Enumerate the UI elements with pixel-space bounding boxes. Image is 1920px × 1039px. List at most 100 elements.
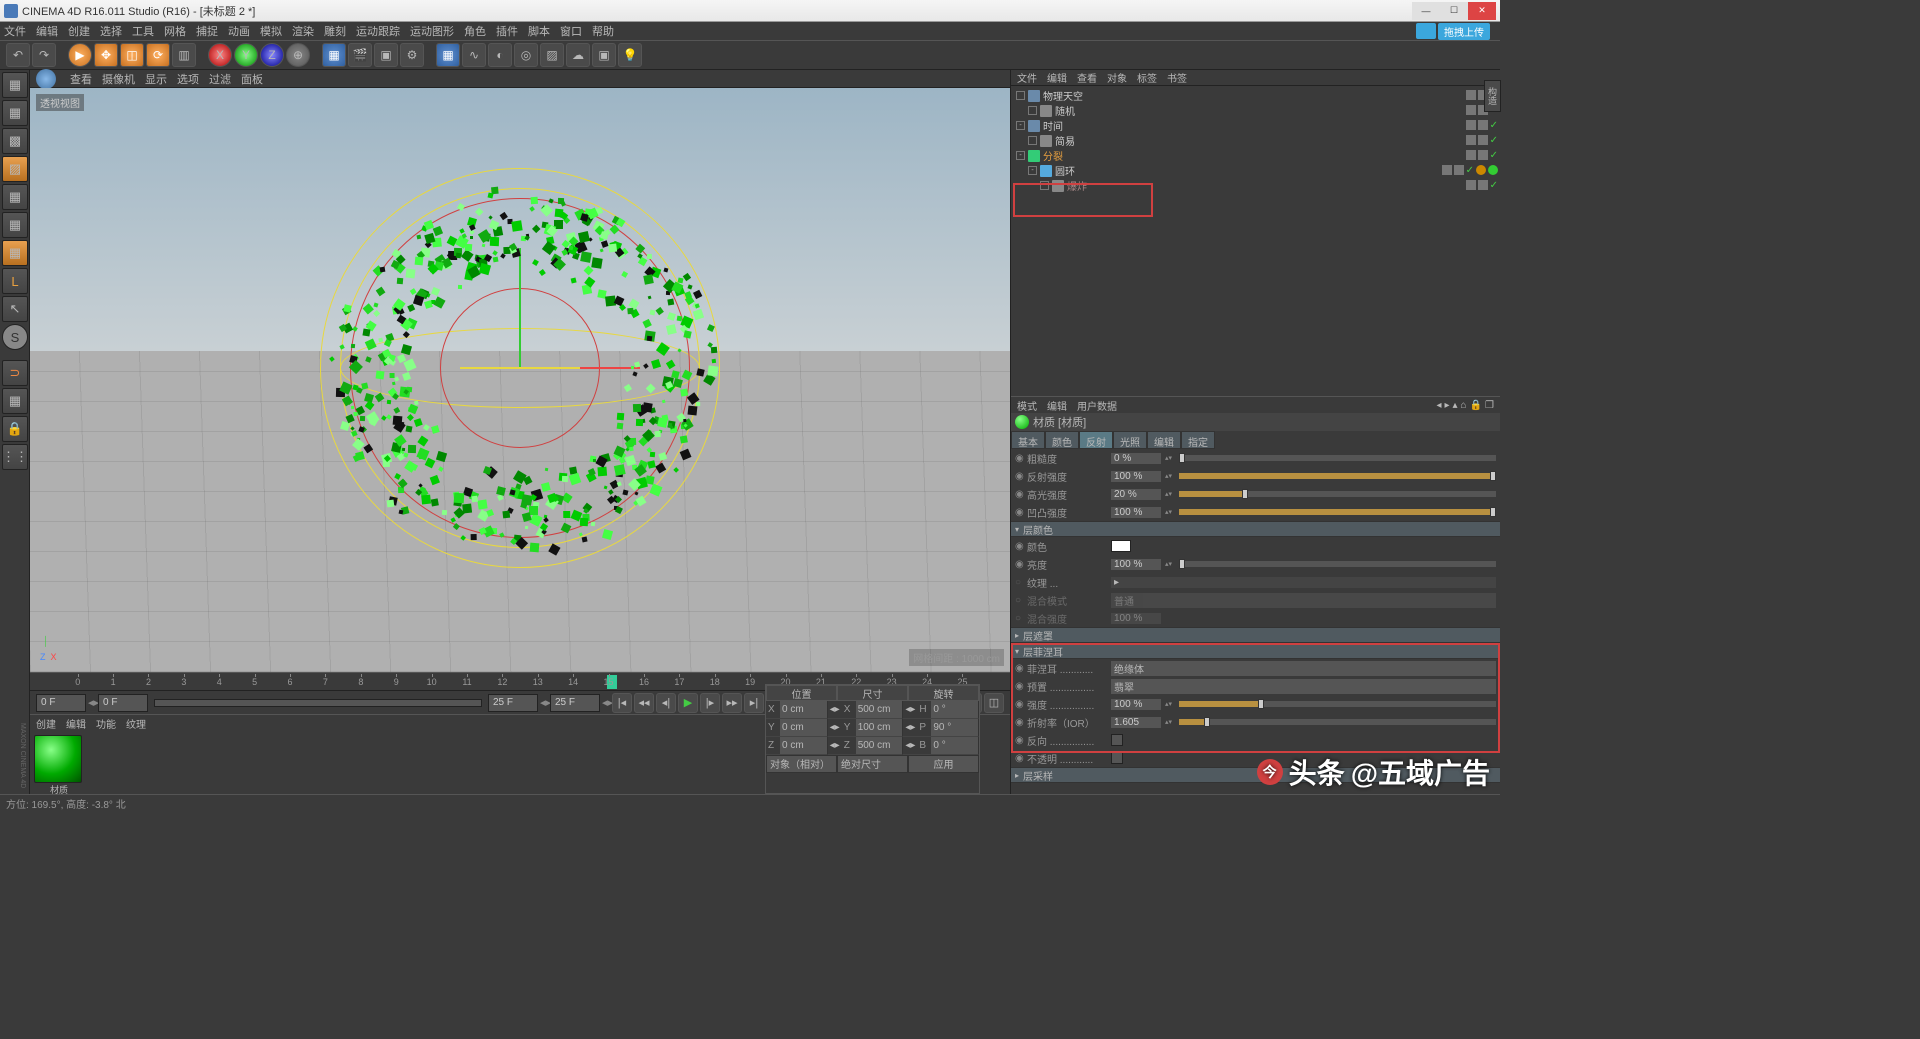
- next-key-button[interactable]: ▸▸: [722, 693, 742, 713]
- vis-editor-dot[interactable]: [1466, 150, 1476, 160]
- object-name[interactable]: 随机: [1055, 103, 1463, 118]
- end-frame-field[interactable]: 25 F: [550, 694, 600, 712]
- prop-ior-slider[interactable]: [1179, 719, 1496, 725]
- add-camera-button[interactable]: ▣: [592, 43, 616, 67]
- render-settings-button[interactable]: ⚙: [400, 43, 424, 67]
- texture-mode-button[interactable]: ▩: [2, 128, 28, 154]
- object-name[interactable]: 时间: [1043, 118, 1463, 133]
- prop-texture-field[interactable]: ▸: [1111, 577, 1496, 588]
- obj-menu-item-1[interactable]: 编辑: [1047, 70, 1067, 85]
- mat-menu-item-0[interactable]: 创建: [36, 716, 56, 731]
- play-button[interactable]: ▶: [678, 693, 698, 713]
- coord-mode-dropdown[interactable]: 对象（相对）: [766, 755, 837, 773]
- prev-key-button[interactable]: ◂◂: [634, 693, 654, 713]
- add-generator-button[interactable]: ◎: [514, 43, 538, 67]
- cloud-upload-label[interactable]: 拖拽上传: [1438, 23, 1490, 40]
- tag-icon[interactable]: [1488, 165, 1498, 175]
- vis-editor-dot[interactable]: [1466, 135, 1476, 145]
- perspective-viewport[interactable]: 透视视图 网格间距 : 1000 cm │ Z X: [30, 88, 1010, 672]
- menu-item-16[interactable]: 窗口: [560, 23, 582, 39]
- coord-rot-field[interactable]: 0 °: [931, 701, 979, 719]
- next-frame-button[interactable]: |▸: [700, 693, 720, 713]
- prop-value[interactable]: 100 %: [1111, 507, 1161, 518]
- vis-render-dot[interactable]: [1478, 150, 1488, 160]
- enable-axis-button[interactable]: ↖: [2, 296, 28, 322]
- prop-brightness-slider[interactable]: [1179, 561, 1496, 567]
- tree-row[interactable]: -时间✓: [1013, 118, 1498, 133]
- poly-mode-button[interactable]: ▦: [2, 240, 28, 266]
- vis-editor-dot[interactable]: [1466, 90, 1476, 100]
- prop-intensity-value[interactable]: 100 %: [1111, 699, 1161, 710]
- prop-value[interactable]: 0 %: [1111, 453, 1161, 464]
- section-layer-color[interactable]: ▾层颜色: [1011, 521, 1500, 537]
- coord-pos-field[interactable]: 0 cm: [780, 701, 828, 719]
- tree-row[interactable]: -圆环✓: [1013, 163, 1498, 178]
- vis-editor-dot[interactable]: [1466, 180, 1476, 190]
- workplane2-button[interactable]: ▦: [2, 388, 28, 414]
- scale-button[interactable]: ◫: [120, 43, 144, 67]
- menu-item-5[interactable]: 网格: [164, 23, 186, 39]
- prop-invert-checkbox[interactable]: [1111, 734, 1123, 746]
- obj-menu-item-3[interactable]: 对象: [1107, 70, 1127, 85]
- enable-check-icon[interactable]: ✓: [1490, 180, 1498, 191]
- prop-slider[interactable]: [1179, 473, 1496, 479]
- menu-item-6[interactable]: 捕捉: [196, 23, 218, 39]
- object-tree[interactable]: 物理天空✓随机✓-时间✓简易✓-分裂✓-圆环✓爆炸✓: [1011, 86, 1500, 196]
- enable-check-icon[interactable]: ✓: [1490, 120, 1498, 131]
- color-swatch[interactable]: [1111, 540, 1131, 552]
- obj-menu-item-4[interactable]: 标签: [1137, 70, 1157, 85]
- menu-item-4[interactable]: 工具: [132, 23, 154, 39]
- goto-start-button[interactable]: |◂: [612, 693, 632, 713]
- edge-mode-button[interactable]: ▦: [2, 212, 28, 238]
- maximize-button[interactable]: ☐: [1440, 2, 1468, 20]
- vis-editor-dot[interactable]: [1466, 120, 1476, 130]
- tree-row[interactable]: -分裂✓: [1013, 148, 1498, 163]
- attr-tab-颜色[interactable]: 颜色: [1045, 431, 1079, 449]
- prop-opaque-checkbox[interactable]: [1111, 752, 1123, 764]
- coord-size-field[interactable]: 500 cm: [856, 701, 904, 719]
- obj-menu-item-0[interactable]: 文件: [1017, 70, 1037, 85]
- undo-button[interactable]: ↶: [6, 43, 30, 67]
- side-tab-1[interactable]: 构造: [1484, 80, 1501, 112]
- menu-item-11[interactable]: 运动跟踪: [356, 23, 400, 39]
- coord-apply-button[interactable]: 应用: [908, 755, 979, 773]
- coord-pos-field[interactable]: 0 cm: [780, 737, 828, 755]
- menu-item-14[interactable]: 插件: [496, 23, 518, 39]
- coord-size-mode-dropdown[interactable]: 绝对尺寸: [837, 755, 908, 773]
- x-axis-button[interactable]: X: [208, 43, 232, 67]
- attr-home-icon[interactable]: ⌂: [1461, 400, 1467, 411]
- key-misc2-button[interactable]: ◫: [984, 693, 1004, 713]
- attr-fwd-icon[interactable]: ▸: [1444, 400, 1449, 411]
- redo-button[interactable]: ↷: [32, 43, 56, 67]
- mat-menu-item-1[interactable]: 编辑: [66, 716, 86, 731]
- menu-item-8[interactable]: 模拟: [260, 23, 282, 39]
- add-spline-button[interactable]: ∿: [462, 43, 486, 67]
- world-axis-button[interactable]: ⊕: [286, 43, 310, 67]
- lock-button[interactable]: 🔒: [2, 416, 28, 442]
- vis-render-dot[interactable]: [1478, 135, 1488, 145]
- enable-check-icon[interactable]: ✓: [1490, 150, 1498, 161]
- z-axis-button[interactable]: Z: [260, 43, 284, 67]
- vp-menu-item-2[interactable]: 显示: [145, 71, 167, 87]
- point-mode-button[interactable]: ▦: [2, 184, 28, 210]
- prop-value[interactable]: 20 %: [1111, 489, 1161, 500]
- attr-tab-基本[interactable]: 基本: [1011, 431, 1045, 449]
- add-nurbs-button[interactable]: ◐: [488, 43, 512, 67]
- coord-pos-field[interactable]: 0 cm: [780, 719, 828, 737]
- vis-render-dot[interactable]: [1478, 180, 1488, 190]
- current-frame-field[interactable]: 0 F: [98, 694, 148, 712]
- prop-ior-value[interactable]: 1.605: [1111, 717, 1161, 728]
- menu-item-10[interactable]: 雕刻: [324, 23, 346, 39]
- obj-menu-item-2[interactable]: 查看: [1077, 70, 1097, 85]
- menu-item-1[interactable]: 编辑: [36, 23, 58, 39]
- prop-intensity-slider[interactable]: [1179, 701, 1496, 707]
- coord-size-field[interactable]: 500 cm: [856, 737, 904, 755]
- minimize-button[interactable]: —: [1412, 2, 1440, 20]
- mat-menu-item-3[interactable]: 纹理: [126, 716, 146, 731]
- tree-expand-icon[interactable]: -: [1016, 151, 1025, 160]
- tree-row[interactable]: 随机✓: [1013, 103, 1498, 118]
- section-layer-mask[interactable]: ▸层遮罩: [1011, 627, 1500, 643]
- object-name[interactable]: 物理天空: [1043, 88, 1463, 103]
- range-end-field[interactable]: 25 F: [488, 694, 538, 712]
- axis-l-button[interactable]: L: [2, 268, 28, 294]
